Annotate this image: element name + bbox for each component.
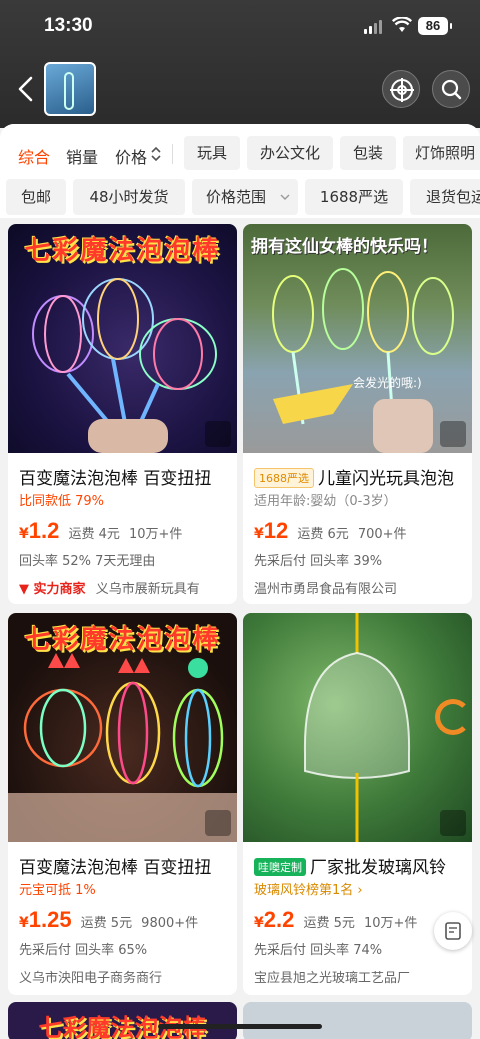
search-button[interactable]: [432, 70, 470, 108]
price-currency: ¥: [19, 915, 29, 931]
battery-icon: 86: [418, 17, 452, 35]
image-caption: 会发光的哦:): [353, 376, 422, 390]
product-title-row: 1688严选 儿童闪光玩具泡泡: [254, 464, 469, 489]
filter-free-shipping[interactable]: 包邮: [6, 179, 66, 215]
bubble-wand-illustration: [8, 653, 237, 842]
ranking-link[interactable]: 玻璃风铃榜第1名 ›: [254, 879, 363, 898]
product-image: 七彩魔法泡泡棒: [8, 224, 237, 453]
category-chip-packaging[interactable]: 包装: [340, 136, 396, 170]
bubble-wand-illustration: [32, 278, 217, 453]
shipping-fee: 运费 6元: [297, 527, 349, 542]
status-bar: 13:30 86: [0, 0, 480, 52]
sort-tab-comprehensive[interactable]: 综合: [18, 144, 50, 168]
sales-count: 10万+件: [128, 527, 183, 542]
seller-name: 义乌市展新玩具有: [95, 582, 200, 597]
product-subtitle: 适用年龄:婴幼（0-3岁）: [254, 494, 397, 509]
product-card[interactable]: 七彩魔法泡泡棒 百变魔法泡泡棒 百变扭扭 元宝可抵 1% ¥1.25 运费 5元…: [8, 613, 237, 995]
seller-name[interactable]: 宝应县旭之光玻璃工艺品厂: [254, 967, 410, 986]
product-card[interactable]: 七彩魔法泡泡棒 百变魔法泡泡棒 百变扭扭 比同款低 79% ¥1.2 运费 4元…: [8, 224, 237, 604]
home-indicator: [158, 1024, 322, 1029]
product-tags: 回头率 52% 7天无理由: [19, 554, 156, 569]
product-title: 百变魔法泡泡棒 百变扭扭: [19, 469, 212, 489]
search-image-thumbnail[interactable]: [44, 62, 96, 116]
product-subtitle: 比同款低 79%: [19, 494, 105, 509]
price-currency: ¥: [254, 526, 264, 542]
price-value: 1.25: [28, 907, 72, 932]
sales-count: 9800+件: [141, 916, 199, 931]
product-image: 七彩魔法泡泡棒: [8, 613, 237, 842]
select-badge: 1688严选: [254, 468, 314, 488]
globe-scan-icon: [390, 78, 414, 102]
category-chip-office[interactable]: 办公文化: [247, 136, 333, 170]
seller-line[interactable]: ▼ 实力商家 义乌市展新玩具有: [19, 578, 200, 597]
price-line: ¥2.2 运费 5元 10万+件: [254, 907, 417, 933]
product-tags: 先采后付 回头率 74%: [254, 943, 383, 958]
price-currency: ¥: [254, 915, 264, 931]
image-search-icon[interactable]: [205, 421, 231, 447]
brand-watermark-icon: [435, 699, 471, 735]
product-title: 儿童闪光玩具泡泡: [318, 469, 454, 489]
category-chip-toys[interactable]: 玩具: [184, 136, 240, 170]
shipping-fee: 运费 5元: [80, 916, 133, 931]
status-time: 13:30: [44, 15, 93, 36]
product-title-row: 哇噢定制 厂家批发玻璃风铃: [254, 853, 469, 878]
sort-arrows-icon: [151, 146, 161, 162]
image-search-icon[interactable]: [205, 810, 231, 836]
sort-tab-sales[interactable]: 销量: [66, 144, 98, 168]
price-line: ¥12 运费 6元 700+件: [254, 518, 407, 544]
product-tags: 先采后付 回头率 65%: [19, 943, 148, 958]
filter-price-range-label: 价格范围: [205, 188, 266, 206]
product-card-partial[interactable]: 七彩魔法泡泡棒: [8, 1002, 237, 1039]
feedback-icon: [445, 922, 461, 940]
price-value: 12: [263, 518, 289, 543]
image-search-icon[interactable]: [440, 810, 466, 836]
category-chip-lighting[interactable]: 灯饰照明: [403, 136, 480, 170]
sort-tab-price[interactable]: 价格: [115, 144, 147, 168]
signal-icon: [364, 20, 384, 34]
shipping-fee: 运费 4元: [68, 527, 120, 542]
price-value: 2.2: [263, 907, 295, 932]
strong-merchant-badge: ▼ 实力商家: [19, 582, 86, 597]
product-card[interactable]: 拥有这仙女棒的快乐吗！ 会发光的哦:) 1688严选 儿童闪光玩具泡泡 适用年龄:…: [243, 224, 472, 604]
filter-price-range[interactable]: 价格范围: [192, 179, 298, 215]
product-card-partial[interactable]: [243, 1002, 472, 1039]
seller-name[interactable]: 义乌市泱阳电子商务商行: [19, 967, 162, 986]
custom-badge: 哇噢定制: [254, 858, 306, 876]
filter-return-shipping[interactable]: 退货包运费: [410, 179, 480, 215]
shipping-fee: 运费 5元: [303, 916, 355, 931]
product-title: 百变魔法泡泡棒 百变扭扭: [19, 858, 212, 878]
back-icon[interactable]: [14, 74, 38, 104]
product-tags: 先采后付 回头率 39%: [254, 554, 383, 569]
chevron-down-icon: [280, 194, 290, 200]
price-line: ¥1.2 运费 4元 10万+件: [19, 518, 182, 544]
product-image: [243, 613, 472, 842]
price-value: 1.2: [28, 518, 60, 543]
feedback-button[interactable]: [434, 912, 472, 950]
product-title: 厂家批发玻璃风铃: [310, 858, 446, 878]
price-currency: ¥: [19, 526, 29, 542]
sales-count: 10万+件: [363, 916, 418, 931]
scan-button[interactable]: [382, 70, 420, 108]
fairy-wand-illustration: [272, 268, 454, 453]
wifi-icon: [392, 17, 412, 32]
filter-1688-select[interactable]: 1688严选: [305, 179, 403, 215]
strong-merchant-label: 实力商家: [33, 582, 86, 597]
sales-count: 700+件: [357, 527, 407, 542]
divider: [172, 144, 173, 164]
product-subtitle: 元宝可抵 1%: [19, 883, 96, 898]
seller-name[interactable]: 温州市勇昂食品有限公司: [254, 578, 397, 597]
search-icon: [441, 79, 462, 100]
image-search-icon[interactable]: [440, 421, 466, 447]
price-line: ¥1.25 运费 5元 9800+件: [19, 907, 198, 933]
filter-48h-delivery[interactable]: 48小时发货: [73, 179, 185, 215]
product-image: 拥有这仙女棒的快乐吗！ 会发光的哦:): [243, 224, 472, 453]
